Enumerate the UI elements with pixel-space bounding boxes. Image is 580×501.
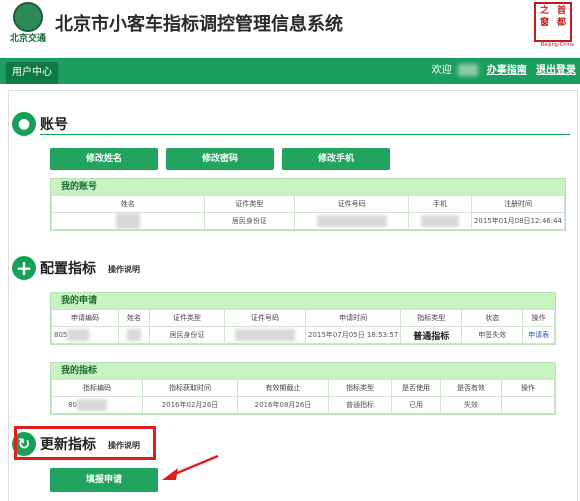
column-header: 是否使用 — [391, 379, 441, 397]
name-redacted — [127, 329, 141, 341]
config-title: 配置指标 — [40, 261, 96, 277]
table-cell: 居民身份证 — [149, 326, 225, 344]
logout-link[interactable]: 退出登录 — [536, 65, 576, 76]
table-cell: 普通指标 — [400, 326, 463, 344]
application-form-link[interactable]: 申请表 — [522, 326, 555, 344]
column-header: 申请编码 — [51, 309, 119, 327]
capital-window-seal: 之首 窗都 — [534, 2, 572, 42]
code-redacted — [76, 399, 107, 411]
column-header: 手机 — [408, 195, 472, 213]
edit-password-button[interactable]: 修改密码 — [166, 148, 274, 170]
column-header: 注册时间 — [470, 195, 566, 213]
welcome-text: 欢迎 — [431, 65, 452, 76]
username-redacted — [457, 64, 478, 76]
account-table: 姓名 证件类型 证件号码 手机 注册时间 居民身份证 2015年01月08日12… — [51, 195, 566, 230]
config-section-header: + 配置指标 操作说明 — [12, 256, 572, 284]
nav-bar: 用户中心 欢迎 办事指南 退出登录 — [0, 58, 580, 84]
my-account-panel: 我的账号 姓名 证件类型 证件号码 手机 注册时间 居民身份证 2015年01月… — [50, 178, 566, 231]
logo-emblem-icon — [13, 2, 43, 32]
column-header: 操作 — [522, 309, 555, 327]
column-header: 有效期截止 — [237, 379, 329, 397]
header: 北京交通 北京市小客车指标调控管理信息系统 之首 窗都 Beijing-Chin… — [0, 0, 580, 48]
table-cell — [51, 212, 205, 230]
column-header: 是否有效 — [440, 379, 502, 397]
user-icon: ● — [12, 112, 36, 136]
table-cell: 申签失效 — [461, 326, 524, 344]
my-application-panel: 我的申请 申请编码 姓名 证件类型 证件号码 申请时间 指标类型 状态 操作 8… — [50, 292, 556, 345]
tab-user-center[interactable]: 用户中心 — [6, 62, 58, 84]
table-cell: 2015年01月08日12:46:44 — [470, 212, 566, 230]
section-divider — [40, 134, 570, 135]
column-header: 指标类型 — [400, 309, 463, 327]
table-cell — [408, 212, 472, 230]
my-quota-panel: 我的指标 指标编码 指标获取时间 有效期截止 指标类型 是否使用 是否有效 操作… — [50, 362, 556, 415]
edit-phone-button[interactable]: 修改手机 — [282, 148, 390, 170]
column-header: 姓名 — [118, 309, 150, 327]
submit-application-button[interactable]: 填报申请 — [50, 468, 158, 492]
edit-name-button[interactable]: 修改姓名 — [50, 148, 158, 170]
seal-subtitle: Beijing-China — [540, 42, 574, 48]
table-cell — [118, 326, 150, 344]
name-redacted — [115, 213, 140, 229]
code-redacted — [67, 329, 90, 341]
column-header: 状态 — [461, 309, 524, 327]
table-cell — [224, 326, 306, 344]
quota-table: 指标编码 指标获取时间 有效期截止 指标类型 是否使用 是否有效 操作 80 2… — [51, 379, 555, 414]
beijing-transport-logo: 北京交通 — [4, 2, 52, 46]
column-header: 指标类型 — [328, 379, 392, 397]
plus-icon: + — [12, 256, 36, 280]
logo-text: 北京交通 — [9, 34, 46, 44]
application-table: 申请编码 姓名 证件类型 证件号码 申请时间 指标类型 状态 操作 805 居民… — [51, 309, 555, 344]
column-header: 指标编码 — [51, 379, 143, 397]
column-header: 证件号码 — [224, 309, 306, 327]
panel-title: 我的申请 — [51, 293, 555, 309]
column-header: 证件类型 — [149, 309, 225, 327]
table-cell: 2015年07月05日 18:53:57 — [304, 326, 402, 344]
table-cell: 805 — [51, 326, 119, 344]
table-cell: 居民身份证 — [203, 212, 295, 230]
table-cell: 2016年02月26日 — [142, 396, 238, 414]
id-redacted — [235, 329, 295, 341]
table-cell: 普通指标 — [328, 396, 392, 414]
panel-title: 我的账号 — [51, 179, 565, 195]
column-header: 申请时间 — [304, 309, 402, 327]
table-cell — [293, 212, 410, 230]
column-header: 指标获取时间 — [142, 379, 238, 397]
nav-user-links: 欢迎 办事指南 退出登录 — [426, 58, 576, 84]
panel-title: 我的指标 — [51, 363, 555, 379]
column-header: 证件号码 — [293, 195, 410, 213]
guide-link[interactable]: 办事指南 — [487, 65, 527, 76]
highlight-box — [14, 426, 156, 460]
red-arrow-icon — [162, 454, 219, 480]
account-title: 账号 — [40, 117, 68, 133]
table-cell: 2016年08月26日 — [237, 396, 329, 414]
table-cell: 已用 — [391, 396, 441, 414]
column-header: 操作 — [501, 379, 555, 397]
account-section-header: ● 账号 — [12, 112, 572, 140]
system-title: 北京市小客车指标调控管理信息系统 — [55, 14, 343, 35]
table-cell — [501, 396, 555, 414]
table-cell: 80 — [51, 396, 143, 414]
column-header: 证件类型 — [203, 195, 295, 213]
config-help-link[interactable]: 操作说明 — [108, 264, 140, 275]
table-cell: 失效 — [440, 396, 502, 414]
column-header: 姓名 — [51, 195, 205, 213]
id-redacted — [316, 215, 387, 227]
phone-redacted — [421, 215, 460, 227]
